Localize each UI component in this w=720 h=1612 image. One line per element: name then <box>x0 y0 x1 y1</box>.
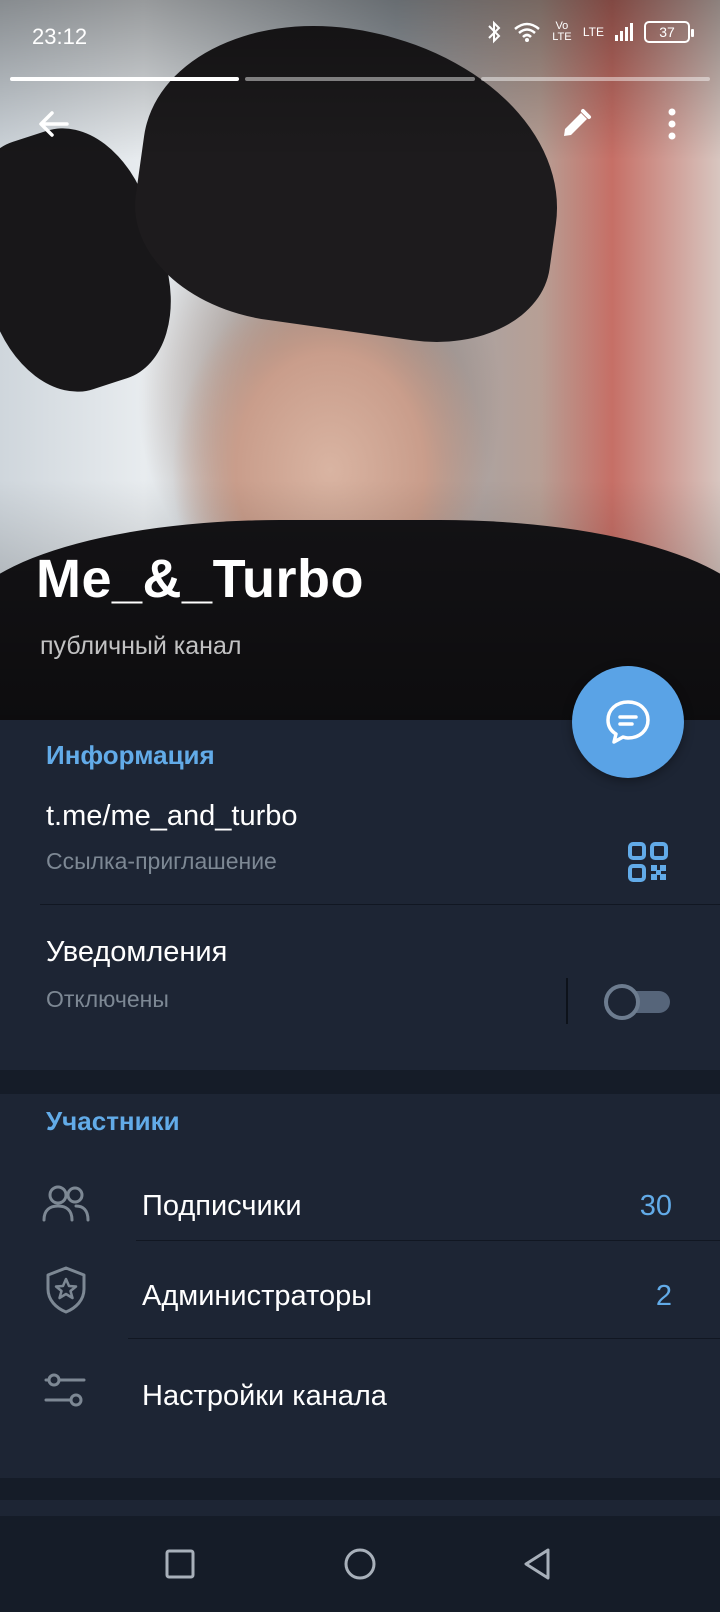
story-segment <box>10 77 240 81</box>
nav-back-button[interactable] <box>514 1540 562 1588</box>
notifications-separator <box>566 978 568 1024</box>
pencil-icon <box>564 109 591 136</box>
battery-icon: 37 <box>644 21 694 43</box>
users-icon <box>42 1185 90 1222</box>
channel-name: Me_&_Turbo <box>36 549 365 609</box>
members-section-title: Участники <box>46 1106 180 1136</box>
volte-label: Vo LTE <box>552 20 572 43</box>
status-time: 23:12 <box>32 24 88 49</box>
wifi-icon <box>514 22 540 42</box>
signal-icon <box>615 23 633 41</box>
more-vertical-icon <box>668 108 676 140</box>
status-bar: 23:12 Vo LTE LTE 37 <box>0 0 720 70</box>
divider <box>136 1240 720 1241</box>
invite-link-caption: Ссылка-приглашение <box>46 848 277 874</box>
notifications-row[interactable]: Уведомления Отключены <box>0 916 540 1036</box>
triangle-back-icon <box>524 1548 550 1580</box>
square-icon <box>165 1549 195 1579</box>
notifications-toggle[interactable] <box>604 984 672 1020</box>
divider <box>40 904 720 905</box>
lte-label: LTE <box>582 25 604 39</box>
channel-type: публичный канал <box>40 632 242 660</box>
notifications-state: Отключены <box>46 986 169 1012</box>
sliders-icon <box>44 1373 86 1407</box>
more-button[interactable] <box>652 104 692 144</box>
toggle-knob <box>604 984 640 1020</box>
qr-code-icon[interactable] <box>628 842 668 882</box>
divider <box>128 1338 720 1339</box>
back-button[interactable] <box>34 104 74 144</box>
invite-link[interactable]: t.me/me_and_turbo <box>46 800 297 833</box>
members-section: Участники Подписчики 30 Администраторы 2… <box>0 1094 720 1478</box>
invite-link-row[interactable]: t.me/me_and_turbo Ссылка-приглашение <box>0 790 720 900</box>
administrators-count: 2 <box>655 1280 672 1312</box>
bluetooth-icon <box>488 20 501 44</box>
subscribers-count: 30 <box>639 1190 672 1222</box>
info-section-title: Информация <box>46 740 215 770</box>
chat-bubble-icon <box>606 700 650 744</box>
story-segment <box>245 77 475 81</box>
status-icons: Vo LTE LTE 37 <box>485 20 694 44</box>
subscribers-label: Подписчики <box>142 1190 302 1222</box>
system-nav-bar <box>0 1516 720 1612</box>
edit-button[interactable] <box>556 104 596 144</box>
shield-star-icon <box>46 1266 86 1314</box>
administrators-row[interactable]: Администраторы 2 <box>0 1244 720 1344</box>
arrow-left-icon <box>39 111 69 137</box>
recents-button[interactable] <box>156 1540 204 1588</box>
administrators-label: Администраторы <box>142 1280 373 1312</box>
notifications-label: Уведомления <box>46 936 228 968</box>
battery-level: 37 <box>659 24 675 40</box>
circle-icon <box>344 1548 376 1580</box>
home-button[interactable] <box>336 1540 384 1588</box>
story-segment <box>480 77 710 81</box>
channel-settings-row[interactable]: Настройки канала <box>0 1344 720 1444</box>
channel-photo[interactable] <box>0 0 720 720</box>
channel-settings-label: Настройки канала <box>142 1380 387 1412</box>
open-chat-button[interactable] <box>572 666 684 778</box>
subscribers-row[interactable]: Подписчики 30 <box>0 1154 720 1254</box>
story-progress <box>10 77 710 81</box>
